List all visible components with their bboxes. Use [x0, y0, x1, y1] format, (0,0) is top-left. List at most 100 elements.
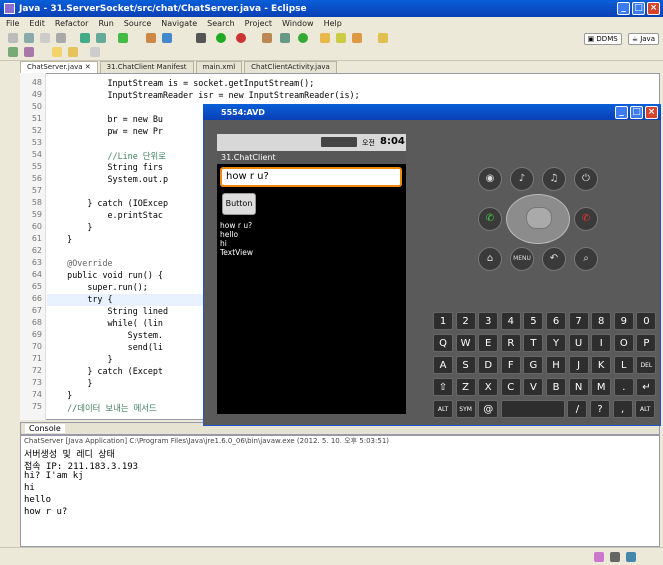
open-task-icon[interactable]	[280, 33, 290, 43]
print-icon[interactable]	[56, 33, 66, 43]
key[interactable]: M	[591, 378, 612, 396]
key[interactable]: L	[613, 356, 634, 374]
key[interactable]: U	[568, 334, 589, 352]
key[interactable]: D	[478, 356, 499, 374]
new-icon[interactable]	[8, 33, 18, 43]
key[interactable]: 3	[478, 312, 499, 330]
key[interactable]: I	[591, 334, 612, 352]
camera-icon[interactable]: ◉	[478, 167, 502, 191]
status-icon[interactable]	[610, 552, 620, 562]
status-icon[interactable]	[626, 552, 636, 562]
menu-file[interactable]: File	[6, 19, 19, 28]
emulator-maximize-button[interactable]: □	[630, 106, 643, 119]
save-all-icon[interactable]	[40, 33, 50, 43]
key[interactable]: @	[478, 400, 499, 418]
menu-project[interactable]: Project	[245, 19, 272, 28]
new-class-icon[interactable]	[162, 33, 172, 43]
console-view[interactable]: ChatServer [Java Application] C:\Program…	[20, 435, 660, 547]
key[interactable]: F	[500, 356, 521, 374]
key[interactable]: ⇧	[433, 378, 453, 396]
key[interactable]: B	[546, 378, 566, 396]
key[interactable]: 1	[433, 312, 453, 330]
key[interactable]: 8	[591, 312, 612, 330]
menu-search[interactable]: Search	[207, 19, 234, 28]
key[interactable]: H	[546, 356, 566, 374]
tab-console[interactable]: Console	[25, 424, 65, 433]
back-icon[interactable]	[52, 47, 62, 57]
open-type-icon[interactable]	[262, 33, 272, 43]
dpad-center[interactable]	[526, 207, 552, 229]
menu-source[interactable]: Source	[124, 19, 151, 28]
back-icon[interactable]: ↶	[542, 247, 566, 271]
home-icon[interactable]: ⌂	[478, 247, 502, 271]
key[interactable]: .	[613, 378, 634, 396]
power-icon[interactable]: ⏻	[574, 167, 598, 191]
menu-refactor[interactable]: Refactor	[55, 19, 89, 28]
search-icon[interactable]: ⌕	[574, 247, 598, 271]
key[interactable]: P	[636, 334, 657, 352]
key[interactable]: S	[455, 356, 476, 374]
key[interactable]: Q	[433, 334, 453, 352]
menu-help[interactable]: Help	[324, 19, 342, 28]
key-space[interactable]	[500, 400, 565, 418]
end-call-icon[interactable]: ✆	[574, 207, 598, 231]
key[interactable]: J	[568, 356, 589, 374]
key[interactable]: G	[523, 356, 544, 374]
key[interactable]: K	[591, 356, 612, 374]
key[interactable]: 4	[500, 312, 521, 330]
key[interactable]: Z	[455, 378, 476, 396]
forward-icon[interactable]	[68, 47, 78, 57]
key[interactable]: V	[523, 378, 544, 396]
external-tools-icon[interactable]	[236, 33, 246, 43]
tab-main-xml[interactable]: main.xml	[195, 61, 243, 73]
minimize-button[interactable]: _	[617, 2, 630, 15]
tab-chatserver[interactable]: ChatServer.java ✕	[20, 61, 98, 73]
key[interactable]: T	[523, 334, 544, 352]
avd-manager-icon[interactable]	[96, 33, 106, 43]
key[interactable]: 9	[613, 312, 634, 330]
menu-icon[interactable]: MENU	[510, 247, 534, 271]
pencil-icon[interactable]	[352, 33, 362, 43]
close-button[interactable]: ×	[647, 2, 660, 15]
key[interactable]: A	[433, 356, 453, 374]
new-package-icon[interactable]	[146, 33, 156, 43]
run-icon[interactable]	[216, 33, 226, 43]
folder-icon[interactable]	[320, 33, 330, 43]
key[interactable]: SYM	[455, 400, 476, 418]
checkmark-icon[interactable]	[118, 33, 128, 43]
message-input[interactable]: how r u?	[220, 167, 402, 187]
save-icon[interactable]	[24, 33, 34, 43]
key[interactable]: R	[500, 334, 521, 352]
key[interactable]: /	[567, 400, 588, 418]
key[interactable]: 2	[455, 312, 476, 330]
coverage-icon[interactable]	[298, 33, 308, 43]
java-perspective-button[interactable]: ☕ Java	[627, 33, 659, 45]
key[interactable]: DEL	[636, 356, 657, 374]
tab-chatclientactivity[interactable]: ChatClientActivity.java	[244, 61, 337, 73]
key[interactable]: 0	[636, 312, 657, 330]
call-icon[interactable]: ✆	[478, 207, 502, 231]
emulator-close-button[interactable]: ×	[645, 106, 658, 119]
key[interactable]: ↵	[636, 378, 657, 396]
android-sdk-icon[interactable]	[80, 33, 90, 43]
menu-window[interactable]: Window	[282, 19, 314, 28]
prev-annotation-icon[interactable]	[24, 47, 34, 57]
key[interactable]: 6	[546, 312, 566, 330]
key[interactable]: O	[613, 334, 634, 352]
key[interactable]: ALT	[635, 400, 656, 418]
menu-navigate[interactable]: Navigate	[161, 19, 197, 28]
key[interactable]: 7	[568, 312, 589, 330]
search-icon[interactable]	[336, 33, 346, 43]
last-edit-icon[interactable]	[90, 47, 100, 57]
next-annotation-icon[interactable]	[8, 47, 18, 57]
tab-manifest[interactable]: 31.ChatClient Manifest	[99, 61, 194, 73]
annotation-icon[interactable]	[378, 33, 388, 43]
status-icon[interactable]	[594, 552, 604, 562]
key[interactable]: Y	[546, 334, 566, 352]
menu-edit[interactable]: Edit	[29, 19, 45, 28]
key[interactable]: W	[455, 334, 476, 352]
emulator-minimize-button[interactable]: _	[615, 106, 628, 119]
volume-up-icon[interactable]: ♫	[542, 167, 566, 191]
key[interactable]: ?	[590, 400, 610, 418]
key[interactable]: E	[478, 334, 499, 352]
